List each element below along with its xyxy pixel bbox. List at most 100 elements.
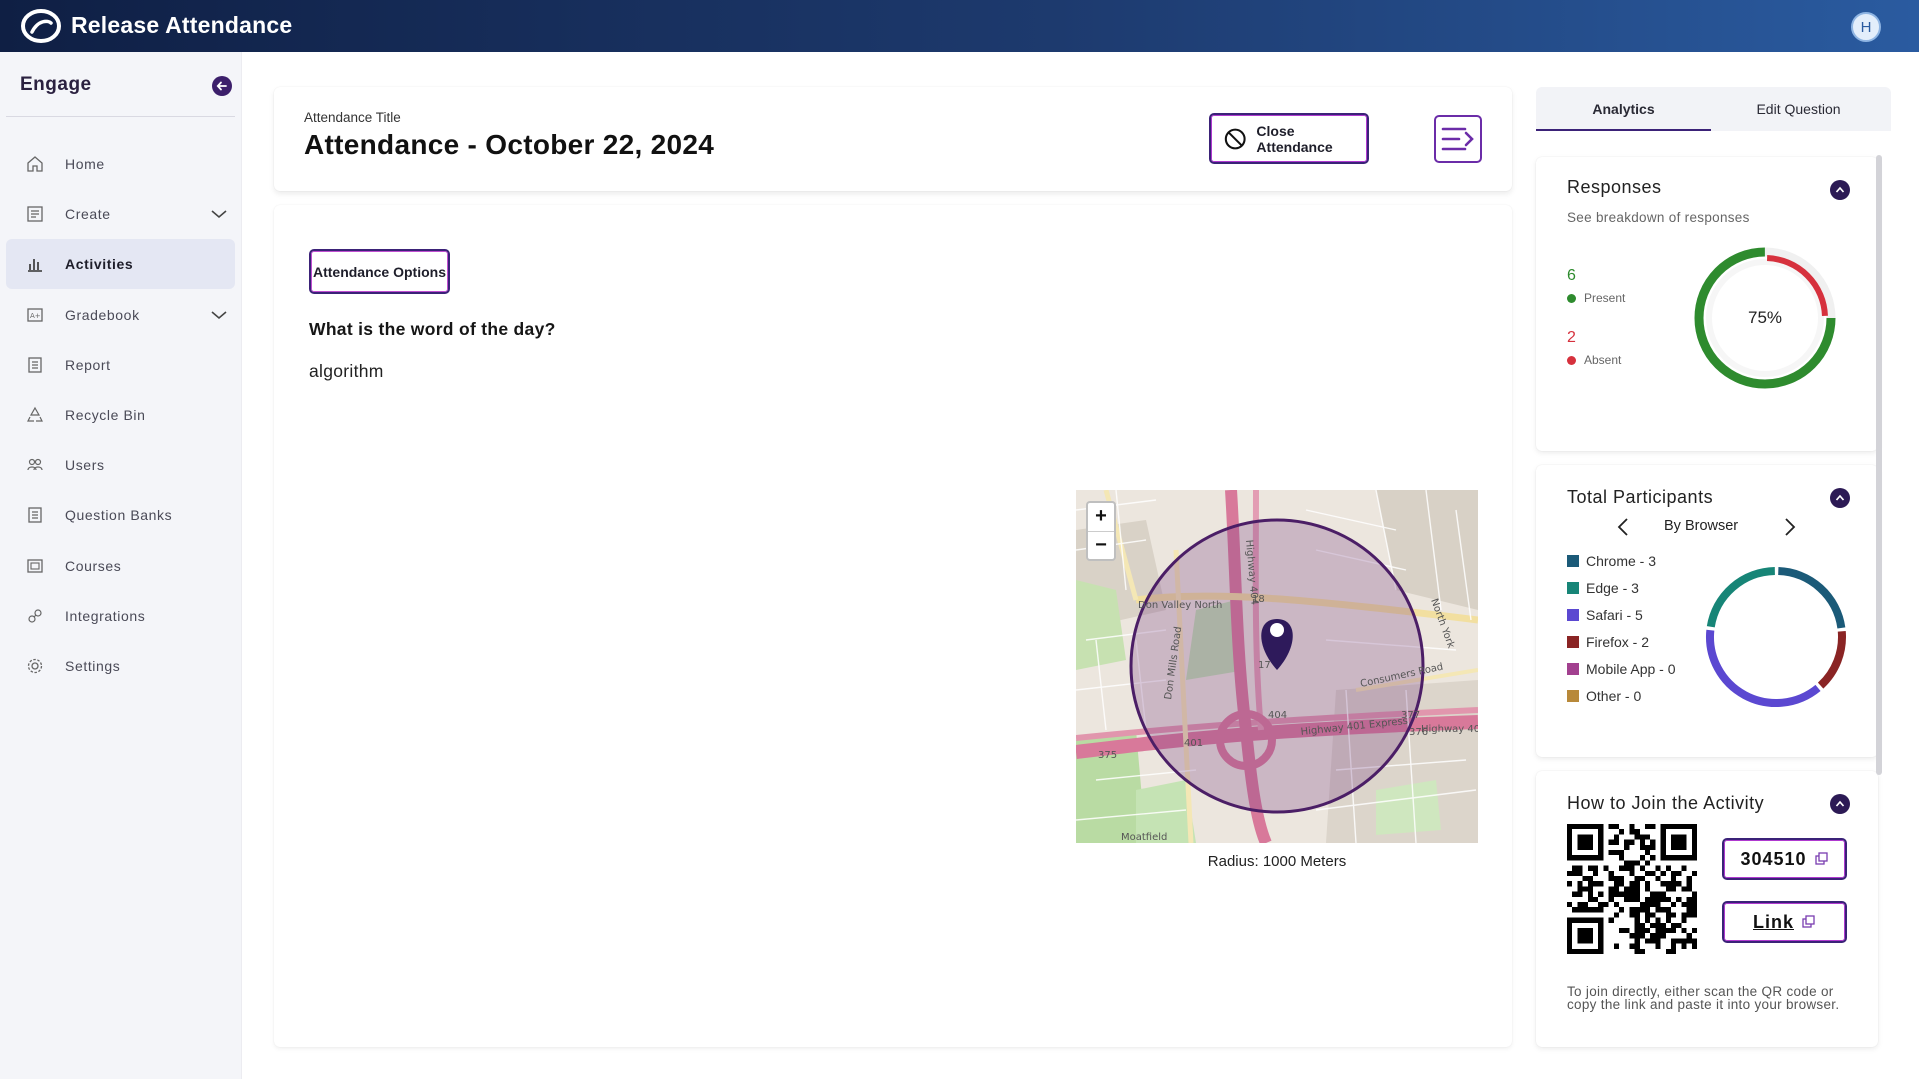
svg-text:A+: A+: [30, 312, 41, 320]
responses-card: Responses See breakdown of responses 6 P…: [1536, 157, 1878, 451]
present-legend: Present: [1567, 291, 1625, 305]
sidebar-item-label: Report: [65, 357, 111, 373]
sidebar-item-label: Gradebook: [65, 307, 140, 323]
users-icon: [20, 455, 50, 475]
absent-count: 2: [1567, 329, 1576, 346]
question-bank-icon: [20, 505, 50, 525]
chevron-up-icon[interactable]: [1830, 488, 1850, 508]
legend-label: Other - 0: [1586, 688, 1642, 704]
panel-scrollbar[interactable]: [1876, 155, 1882, 775]
copy-icon: [1802, 915, 1815, 928]
main-area: Attendance Title Attendance - October 22…: [274, 87, 1512, 1047]
map-label: Highway 401: [1421, 724, 1478, 735]
sidebar-divider: [6, 116, 235, 117]
legend-swatch: [1567, 636, 1579, 648]
map-label: Don Valley North: [1138, 600, 1222, 611]
join-title: How to Join the Activity: [1567, 793, 1765, 813]
legend-label: Mobile App - 0: [1586, 661, 1676, 677]
sidebar-item-label: Question Banks: [65, 507, 173, 523]
map-label: 375: [1098, 750, 1117, 761]
chevron-right-icon[interactable]: [1783, 517, 1797, 537]
sidebar-item-label: Integrations: [65, 608, 146, 624]
legend-label: Safari - 5: [1586, 607, 1643, 623]
map-tiles: Don Valley North Don Mills Road Highway …: [1076, 490, 1478, 843]
collapse-sidebar-icon[interactable]: [212, 76, 232, 96]
panel-tabs: Analytics Edit Question: [1536, 87, 1891, 131]
chevron-down-icon[interactable]: [209, 305, 229, 325]
legend-item: Safari - 5: [1567, 607, 1643, 623]
sidebar-item-users[interactable]: Users: [6, 440, 235, 490]
chevron-left-icon[interactable]: [1616, 517, 1630, 537]
tab-analytics[interactable]: Analytics: [1536, 87, 1711, 131]
join-card: How to Join the Activity 304510 Link To …: [1536, 771, 1878, 1047]
sidebar-item-home[interactable]: Home: [6, 139, 235, 189]
present-count: 6: [1567, 267, 1576, 284]
map-zoom-control: + −: [1086, 501, 1116, 561]
qr-code[interactable]: [1567, 824, 1697, 954]
sidebar-item-label: Home: [65, 156, 105, 172]
sidebar-item-create[interactable]: Create: [6, 189, 235, 239]
map-label: 404: [1268, 710, 1287, 721]
close-attendance-label: Close Attendance: [1256, 122, 1333, 155]
avatar[interactable]: H: [1851, 12, 1881, 42]
legend-item: Firefox - 2: [1567, 634, 1649, 650]
zoom-in-button[interactable]: +: [1088, 503, 1114, 532]
chevron-down-icon[interactable]: [209, 204, 229, 224]
join-link-label: Link: [1752, 911, 1794, 932]
sidebar-item-label: Activities: [65, 256, 134, 272]
map-label: Moatfield: [1121, 832, 1167, 843]
sidebar-heading: Engage: [20, 74, 92, 95]
question-content: Attendance Options What is the word of t…: [274, 205, 1512, 1047]
sidebar-item-gradebook[interactable]: A+ Gradebook: [6, 290, 235, 340]
legend-swatch: [1567, 690, 1579, 702]
legend-swatch: [1567, 582, 1579, 594]
sidebar-item-activities[interactable]: Activities: [6, 239, 235, 289]
courses-icon: [20, 556, 50, 576]
toggle-panel-button[interactable]: [1434, 115, 1482, 163]
analytics-panel: Analytics Edit Question Responses See br…: [1536, 87, 1891, 1047]
sidebar-item-label: Users: [65, 457, 105, 473]
location-map[interactable]: Don Valley North Don Mills Road Highway …: [1076, 490, 1478, 843]
chevron-up-icon[interactable]: [1830, 794, 1850, 814]
percent-label: 75%: [1748, 308, 1782, 327]
participants-card: Total Participants By Browser Chrome - 3…: [1536, 465, 1878, 757]
zoom-out-button[interactable]: −: [1088, 532, 1114, 560]
legend-label: Chrome - 3: [1586, 553, 1657, 569]
close-attendance-button[interactable]: Close Attendance: [1209, 113, 1369, 164]
chevron-up-icon[interactable]: [1830, 180, 1850, 200]
responses-subtitle: See breakdown of responses: [1567, 210, 1750, 225]
browser-slice: [1706, 567, 1776, 628]
sidebar-item-settings[interactable]: Settings: [6, 641, 235, 691]
legend-item: Chrome - 3: [1567, 553, 1656, 569]
attendance-options-button[interactable]: Attendance Options: [309, 249, 450, 294]
legend-swatch: [1567, 609, 1579, 621]
sidebar-item-report[interactable]: Report: [6, 340, 235, 390]
map-label: 376: [1409, 727, 1428, 738]
legend-swatch: [1567, 555, 1579, 567]
bar-chart-icon: [20, 254, 50, 274]
top-bar: Release Attendance H: [0, 0, 1919, 52]
sidebar: Engage Home Create Activities A+ Gradebo…: [0, 52, 242, 1079]
create-icon: [20, 204, 50, 224]
join-link-button[interactable]: Link: [1722, 901, 1847, 943]
browser-slice: [1817, 630, 1846, 689]
menu-arrow-icon: [1441, 127, 1474, 151]
page-title: Attendance - October 22, 2024: [304, 129, 715, 160]
absent-legend: Absent: [1567, 353, 1621, 367]
browser-slice: [1778, 567, 1846, 629]
sidebar-item-courses[interactable]: Courses: [6, 541, 235, 591]
join-instructions: To join directly, either scan the QR cod…: [1567, 984, 1840, 1012]
sidebar-item-integrations[interactable]: Integrations: [6, 591, 235, 641]
sidebar-item-label: Courses: [65, 558, 122, 574]
sidebar-item-label: Settings: [65, 658, 121, 674]
sidebar-item-recycle-bin[interactable]: Recycle Bin: [6, 390, 235, 440]
answer-text: algorithm: [309, 361, 384, 381]
tab-edit-question[interactable]: Edit Question: [1711, 87, 1886, 131]
attendance-title-label: Attendance Title: [304, 110, 401, 125]
radius-value: 1000 Meters: [1262, 853, 1347, 870]
join-code-button[interactable]: 304510: [1722, 838, 1847, 880]
legend-label: Edge - 3: [1586, 580, 1639, 596]
present-label: Present: [1584, 291, 1626, 305]
recycle-icon: [20, 405, 50, 425]
sidebar-item-question-banks[interactable]: Question Banks: [6, 490, 235, 540]
